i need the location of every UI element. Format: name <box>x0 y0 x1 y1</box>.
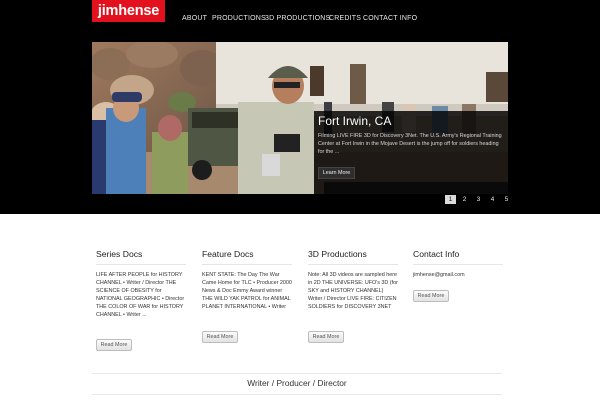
column-title: Contact Info <box>413 249 503 265</box>
column-contact-info: Contact Info jimhense@gmail.com <box>413 249 503 279</box>
caption-title: Fort Irwin, CA <box>318 114 392 128</box>
site-header: jimhense ABOUT PRODUCTIONS 3D PRODUCTION… <box>0 0 600 214</box>
column-text: KENT STATE: The Day The War Came Home fo… <box>202 272 292 311</box>
caption-text: Filming LIVE FIRE 3D for Discovery 3Net.… <box>318 133 502 156</box>
learn-more-button[interactable]: Learn More <box>318 167 355 179</box>
slider[interactable]: Fort Irwin, CA Filming LIVE FIRE 3D for … <box>92 42 508 194</box>
slide-caption: Fort Irwin, CA Filming LIVE FIRE 3D for … <box>314 111 508 194</box>
footer-tagline: Writer / Producer / Director <box>247 378 347 388</box>
read-more-button-feature-docs[interactable]: Read More <box>202 331 238 343</box>
column-feature-docs: Feature Docs KENT STATE: The Day The War… <box>202 249 292 311</box>
column-text: LIFE AFTER PEOPLE for HISTORY CHANNEL • … <box>96 272 185 319</box>
pager-item-1[interactable]: 1 <box>445 195 456 204</box>
footer-divider-top <box>92 373 502 374</box>
nav-item-about[interactable]: ABOUT <box>182 15 207 22</box>
column-text: Note: All 3D videos are sampled here in … <box>308 272 398 311</box>
column-text: jimhense@gmail.com <box>413 272 465 278</box>
nav-item-3d-productions[interactable]: 3D PRODUCTIONS <box>265 15 330 22</box>
read-more-button-series-docs[interactable]: Read More <box>96 339 132 351</box>
site-logo[interactable]: jimhense <box>92 0 165 22</box>
column-series-docs: Series Docs LIFE AFTER PEOPLE for HISTOR… <box>96 249 186 320</box>
column-title: Feature Docs <box>202 249 292 265</box>
nav-item-credits[interactable]: CREDITS <box>329 15 361 22</box>
nav-item-productions[interactable]: PRODUCTIONS <box>212 15 266 22</box>
footer-divider-bottom <box>92 394 502 395</box>
nav-item-contact-info[interactable]: CONTACT INFO <box>363 15 417 22</box>
pager-item-5[interactable]: 5 <box>501 195 512 204</box>
pager-item-4[interactable]: 4 <box>487 195 498 204</box>
pager-item-3[interactable]: 3 <box>473 195 484 204</box>
read-more-button-3d-productions[interactable]: Read More <box>308 331 344 343</box>
pager-item-2[interactable]: 2 <box>459 195 470 204</box>
read-more-button-contact-info[interactable]: Read More <box>413 290 449 302</box>
column-title: 3D Productions <box>308 249 398 265</box>
column-title: Series Docs <box>96 249 186 265</box>
column-3d-productions: 3D Productions Note: All 3D videos are s… <box>308 249 398 311</box>
